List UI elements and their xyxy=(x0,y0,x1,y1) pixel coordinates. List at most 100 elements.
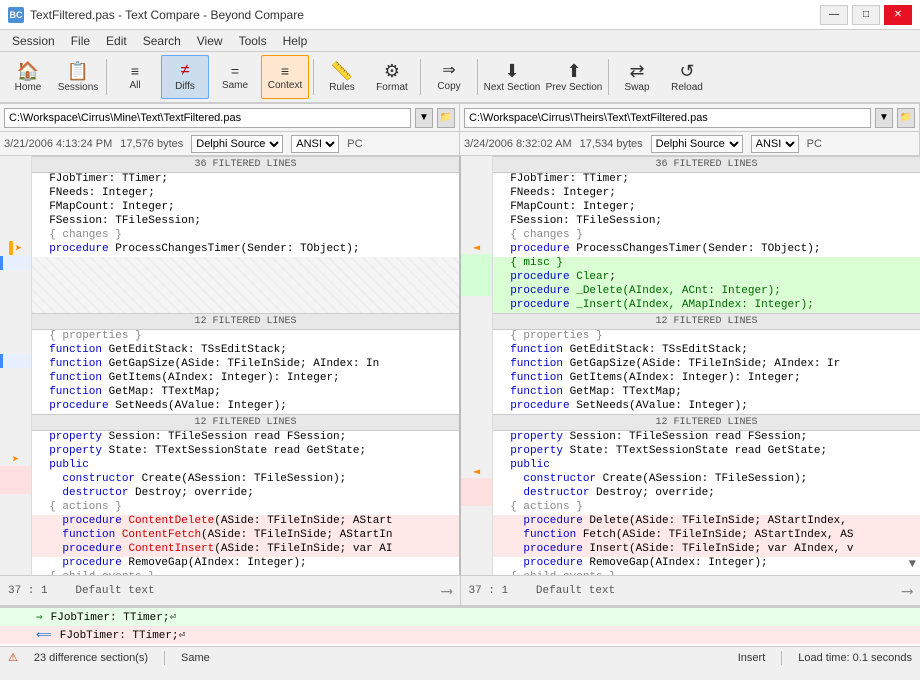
context-icon: ≡ xyxy=(281,64,289,78)
left-line-5: { changes } xyxy=(32,229,459,243)
copy-button[interactable]: ⇒ Copy xyxy=(425,55,473,99)
right-text-label: Default text xyxy=(536,585,615,597)
right-line-childevents: { child events } xyxy=(493,571,920,575)
left-path-input[interactable] xyxy=(4,108,411,128)
left-line-session: property Session: TFileSession read FSes… xyxy=(32,431,459,445)
copy-icon: ⇒ xyxy=(442,63,455,79)
next-section-button[interactable]: ⬇ Next Section xyxy=(482,55,542,99)
r-gutter-10 xyxy=(461,296,492,310)
same-label: Same xyxy=(181,652,210,664)
gutter-mark-filtered2 xyxy=(0,354,31,368)
left-diff-panel[interactable]: 36 FILTERED LINES FJobTimer: TTimer; FNe… xyxy=(32,156,461,575)
rules-icon: 📏 xyxy=(331,62,353,80)
left-lineending: PC xyxy=(347,138,362,150)
close-button[interactable]: ✕ xyxy=(884,5,912,25)
path-bar: ▼ 📁 ▼ 📁 xyxy=(0,104,920,132)
left-line-contentdelete: procedure ContentDelete(ASide: TFileInSi… xyxy=(32,515,459,529)
prev-section-button[interactable]: ⬆ Prev Section xyxy=(544,55,604,99)
gutter-marker-11 xyxy=(0,312,31,326)
left-line-public: public xyxy=(32,459,459,473)
right-position: 37 : 1 xyxy=(469,585,509,597)
sessions-icon: 📋 xyxy=(67,62,89,80)
right-line-geteditstack: function GetEditStack: TSsEditStack; xyxy=(493,344,920,358)
diff-area: ➤ ➤ 36 FILTERED LINES FJobTimer: TTimer;… xyxy=(0,156,920,576)
gutter-marker-10 xyxy=(0,298,31,312)
context-button[interactable]: ≡ Context xyxy=(261,55,309,99)
right-line-del: procedure Delete(ASide: TFileInSide; ASt… xyxy=(493,515,920,529)
all-button[interactable]: ≡ All xyxy=(111,55,159,99)
gutter-marker-5 xyxy=(0,226,31,240)
left-line-childevents: { child events } xyxy=(32,571,459,575)
swap-button[interactable]: ⇄ Swap xyxy=(613,55,661,99)
gutter-mark-filtered1 xyxy=(0,256,31,270)
menu-view[interactable]: View xyxy=(189,32,231,50)
right-line-getgapsize: function GetGapSize(ASide: TFileInSide; … xyxy=(493,358,920,372)
right-gutter: ◄ ◄ xyxy=(461,156,493,575)
r-gutter-14 xyxy=(461,352,492,366)
bottom-text-2: FJobTimer: TTimer;⏎ xyxy=(60,628,185,642)
right-line-public: public xyxy=(493,459,920,473)
left-path-dropdown[interactable]: ▼ xyxy=(415,108,433,128)
format-icon: ⚙ xyxy=(384,62,400,80)
right-date: 3/24/2006 8:32:02 AM xyxy=(464,138,572,150)
format-button[interactable]: ⚙ Format xyxy=(368,55,416,99)
right-diff-panel[interactable]: 36 FILTERED LINES FJobTimer: TTimer; FNe… xyxy=(493,156,920,575)
gutter-marker-2 xyxy=(0,184,31,198)
prev-section-icon: ⬆ xyxy=(566,62,581,80)
left-filtered-header: 36 FILTERED LINES xyxy=(32,156,459,173)
right-source-select[interactable]: Delphi Source xyxy=(651,135,743,153)
right-encoding-select[interactable]: ANSI xyxy=(751,135,799,153)
info-bar: 3/21/2006 4:13:24 PM 17,576 bytes Delphi… xyxy=(0,132,920,156)
left-encoding-select[interactable]: ANSI xyxy=(291,135,339,153)
maximize-button[interactable]: □ xyxy=(852,5,880,25)
left-path-panel: ▼ 📁 xyxy=(0,104,460,131)
menu-search[interactable]: Search xyxy=(135,32,189,50)
right-line-destructor: destructor Destroy; override; xyxy=(493,487,920,501)
right-path-dropdown[interactable]: ▼ xyxy=(875,108,893,128)
same-button[interactable]: = Same xyxy=(211,55,259,99)
r-gutter-17 xyxy=(461,394,492,408)
swap-icon: ⇄ xyxy=(629,62,644,80)
menu-edit[interactable]: Edit xyxy=(98,32,135,50)
right-line-getmap: function GetMap: TTextMap; xyxy=(493,386,920,400)
left-source-select[interactable]: Delphi Source xyxy=(191,135,283,153)
menu-help[interactable]: Help xyxy=(275,32,316,50)
minimize-button[interactable]: — xyxy=(820,5,848,25)
menu-tools[interactable]: Tools xyxy=(231,32,275,50)
menu-session[interactable]: Session xyxy=(4,32,63,50)
r-gutter-added2 xyxy=(461,268,492,282)
remove-arrow-icon: ⟸ xyxy=(36,628,52,642)
left-line-1: FJobTimer: TTimer; xyxy=(32,173,459,187)
left-line-gray xyxy=(32,257,459,313)
left-line-getmap: function GetMap: TTextMap; xyxy=(32,386,459,400)
scroll-down-indicator: ▼ xyxy=(909,557,916,571)
app-icon: BC xyxy=(8,7,24,23)
right-line-3: FMapCount: Integer; xyxy=(493,201,920,215)
sessions-button[interactable]: 📋 Sessions xyxy=(54,55,102,99)
diffs-button[interactable]: ≠ Diffs xyxy=(161,55,209,99)
right-path-folder[interactable]: 📁 xyxy=(897,108,915,128)
toolbar-sep-3 xyxy=(420,59,421,95)
toolbar: 🏠 Home 📋 Sessions ≡ All ≠ Diffs = Same ≡… xyxy=(0,52,920,104)
right-line-getitems: function GetItems(AIndex: Integer): Inte… xyxy=(493,372,920,386)
r-gutter-5 xyxy=(461,226,492,240)
left-path-folder[interactable]: 📁 xyxy=(437,108,455,128)
status-bar: ⚠ 23 difference section(s) Same Insert L… xyxy=(0,646,920,668)
r-gutter-2 xyxy=(461,184,492,198)
bottom-line-1: ⇒ FJobTimer: TTimer;⏎ xyxy=(0,608,920,626)
gutter-marker-18 xyxy=(0,410,31,424)
reload-button[interactable]: ↺ Reload xyxy=(663,55,711,99)
right-path-input[interactable] xyxy=(464,108,871,128)
left-size: 17,576 bytes xyxy=(120,138,183,150)
rules-button[interactable]: 📏 Rules xyxy=(318,55,366,99)
gutter-marker-changed3 xyxy=(0,480,31,494)
r-gutter-added1 xyxy=(461,254,492,268)
left-filtered-header-2: 12 FILTERED LINES xyxy=(32,313,459,330)
left-scroll-right: ⟶ xyxy=(442,581,452,601)
home-button[interactable]: 🏠 Home xyxy=(4,55,52,99)
right-lineending: PC xyxy=(807,138,822,150)
menu-file[interactable]: File xyxy=(63,32,98,50)
same-icon: = xyxy=(231,64,239,78)
right-info-panel: 3/24/2006 8:32:02 AM 17,534 bytes Delphi… xyxy=(460,132,920,155)
r-gutter-13 xyxy=(461,338,492,352)
